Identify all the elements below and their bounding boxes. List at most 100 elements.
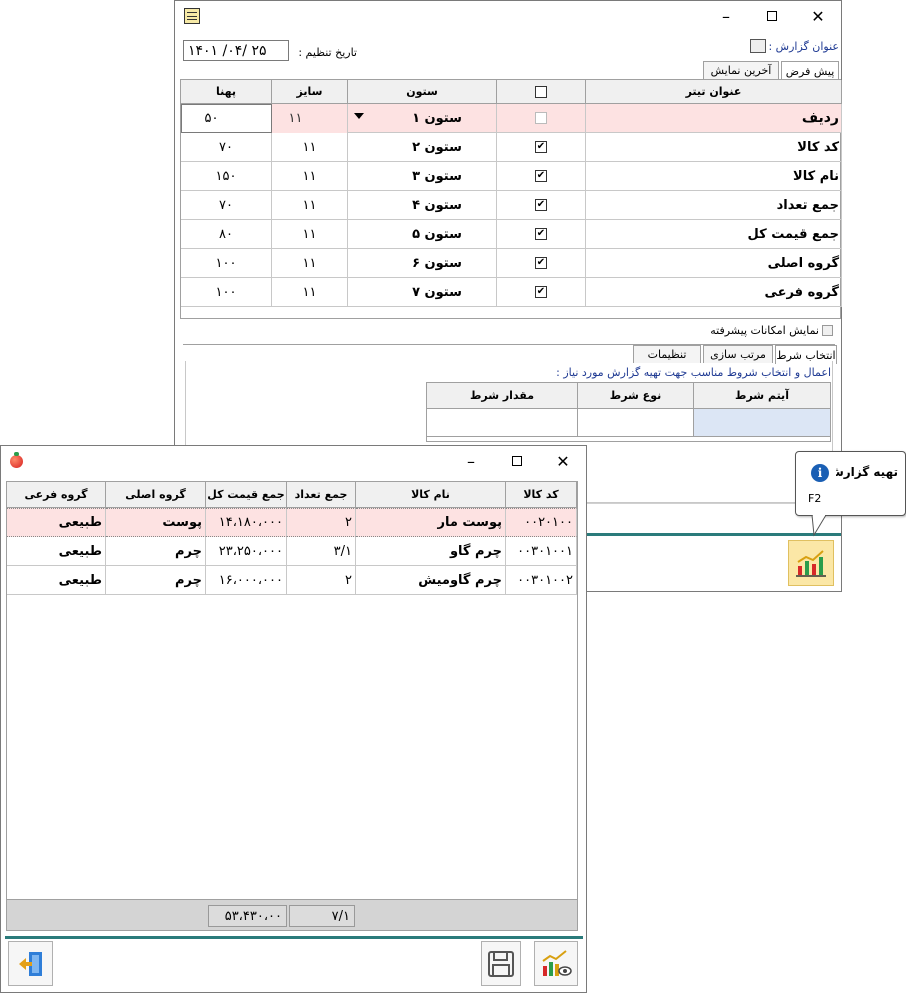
result-cell-name[interactable]: پوست مار — [356, 508, 506, 537]
row-width[interactable]: ۱۰۰ — [181, 278, 272, 307]
row-size[interactable]: ۱۱ — [272, 220, 348, 249]
row-width[interactable]: ۷۰ — [181, 133, 272, 162]
maximize-button[interactable] — [749, 1, 795, 31]
row-column[interactable]: ستون ۱⋯ — [348, 104, 497, 133]
row-width[interactable]: ۵۰ — [181, 104, 272, 133]
row-width[interactable]: ۱۰۰ — [181, 249, 272, 278]
row-visible-checkbox-cell[interactable]: ✔ — [497, 133, 586, 162]
tooltip-pointer — [811, 515, 827, 537]
result-cell-code[interactable]: ۰۰۳۰۱۰۰۲ — [506, 566, 577, 595]
header-column: ستون — [348, 80, 497, 104]
minimize-button[interactable]: – — [703, 1, 749, 31]
exit-icon — [18, 951, 42, 976]
row-column[interactable]: ستون ۳ — [348, 162, 497, 191]
row-column[interactable]: ستون ۲ — [348, 133, 497, 162]
result-cell-code[interactable]: ۰۰۲۰۱۰۰ — [506, 508, 577, 537]
condition-type-header: نوع شرط — [578, 383, 694, 409]
condition-item-header: آیتم شرط — [694, 383, 831, 409]
row-column[interactable]: ستون ۶ — [348, 249, 497, 278]
condition-type-cell[interactable] — [578, 409, 694, 437]
row-width[interactable]: ۸۰ — [181, 220, 272, 249]
row-column[interactable]: ستون ۵ — [348, 220, 497, 249]
row-size[interactable]: ۱۱ — [272, 278, 348, 307]
row-column-label: ستون ۳ — [412, 168, 462, 184]
result-cell-code[interactable]: ۰۰۳۰۱۰۰۱ — [506, 537, 577, 566]
condition-value-cell[interactable] — [427, 409, 578, 437]
generate-report-button[interactable] — [788, 540, 834, 586]
result-header-qty: جمع تعداد — [287, 482, 356, 508]
floppy-icon — [488, 950, 514, 977]
result-cell-qty[interactable]: ۳/۱ — [287, 537, 356, 566]
row-title[interactable]: جمع تعداد — [586, 191, 842, 220]
result-close-button[interactable]: ✕ — [540, 446, 586, 476]
chart-preview-button[interactable] — [534, 941, 578, 986]
title-bar: – ✕ — [175, 1, 841, 31]
condition-item-cell[interactable] — [694, 409, 831, 437]
header-width: پهنا — [181, 80, 272, 104]
close-button[interactable]: ✕ — [795, 1, 841, 31]
row-visible-checkbox-cell[interactable] — [497, 104, 586, 133]
result-cell-qty[interactable]: ۲ — [287, 566, 356, 595]
result-cell-sub-group[interactable]: طبیعی — [7, 508, 106, 537]
result-cell-sub-group[interactable]: طبیعی — [7, 537, 106, 566]
result-cell-total[interactable]: ۱۴،۱۸۰،۰۰۰ — [206, 508, 287, 537]
row-size[interactable]: ۱۱ — [272, 162, 348, 191]
tab-default[interactable]: پیش فرض — [781, 61, 839, 81]
row-column[interactable]: ستون ۴ — [348, 191, 497, 220]
row-title[interactable]: کد کالا — [586, 133, 842, 162]
row-visible-checkbox[interactable]: ✔ — [535, 286, 547, 298]
row-visible-checkbox[interactable]: ✔ — [535, 228, 547, 240]
dropdown-arrow-icon[interactable] — [354, 113, 364, 119]
tooltip-shortcut: F2 — [808, 491, 822, 505]
app-icon — [184, 8, 200, 24]
row-visible-checkbox[interactable]: ✔ — [535, 141, 547, 153]
row-size[interactable]: ۱۱ — [272, 133, 348, 162]
result-cell-qty[interactable]: ۲ — [287, 508, 356, 537]
result-cell-name[interactable]: چرم گاومیش — [356, 566, 506, 595]
row-visible-checkbox-cell[interactable]: ✔ — [497, 249, 586, 278]
result-cell-main-group[interactable]: چرم — [106, 566, 206, 595]
row-visible-checkbox[interactable]: ✔ — [535, 199, 547, 211]
row-size[interactable]: ۱۱ — [272, 104, 348, 133]
row-title[interactable]: گروه اصلی — [586, 249, 842, 278]
tab-last-view[interactable]: آخرین نمایش — [703, 61, 779, 79]
date-input[interactable]: ۱۴۰۱ /۰۴/ ۲۵ — [183, 40, 289, 61]
row-title[interactable]: ردیف — [586, 104, 842, 133]
row-visible-checkbox-cell[interactable]: ✔ — [497, 278, 586, 307]
row-title[interactable]: گروه فرعی — [586, 278, 842, 307]
columns-grid: عنوان تیتر ستون سایز پهنا ردیفستون ۱⋯۱۱۵… — [180, 79, 842, 319]
row-visible-checkbox-cell[interactable]: ✔ — [497, 191, 586, 220]
result-cell-main-group[interactable]: چرم — [106, 537, 206, 566]
result-cell-sub-group[interactable]: طبیعی — [7, 566, 106, 595]
report-icon — [750, 39, 766, 53]
result-cell-main-group[interactable]: پوست — [106, 508, 206, 537]
row-width[interactable]: ۱۵۰ — [181, 162, 272, 191]
row-visible-checkbox[interactable] — [535, 112, 547, 124]
row-size[interactable]: ۱۱ — [272, 249, 348, 278]
result-title-bar: – ✕ — [1, 446, 586, 476]
result-header-main-group: گروه اصلی — [106, 482, 206, 508]
row-visible-checkbox-cell[interactable]: ✔ — [497, 162, 586, 191]
result-maximize-button[interactable] — [494, 446, 540, 476]
row-visible-checkbox[interactable]: ✔ — [535, 170, 547, 182]
result-cell-name[interactable]: چرم گاو — [356, 537, 506, 566]
result-footer: ۷/۱ ۵۳،۴۳۰،۰۰ — [6, 899, 578, 931]
result-header-code: کد کالا — [506, 482, 577, 508]
result-cell-total[interactable]: ۱۶،۰۰۰،۰۰۰ — [206, 566, 287, 595]
tooltip: i تهیه گزارش F2 — [795, 451, 906, 516]
teal-bar — [585, 533, 841, 536]
row-title[interactable]: نام کالا — [586, 162, 842, 191]
row-visible-checkbox[interactable]: ✔ — [535, 257, 547, 269]
row-title[interactable]: جمع قیمت کل — [586, 220, 842, 249]
select-all-checkbox[interactable] — [535, 85, 547, 98]
result-header-name: نام کالا — [356, 482, 506, 508]
row-visible-checkbox-cell[interactable]: ✔ — [497, 220, 586, 249]
exit-button[interactable] — [8, 941, 53, 986]
result-minimize-button[interactable]: – — [448, 446, 494, 476]
result-cell-total[interactable]: ۲۳،۲۵۰،۰۰۰ — [206, 537, 287, 566]
save-button[interactable] — [481, 941, 521, 986]
advanced-options-checkbox[interactable] — [822, 325, 833, 336]
row-column[interactable]: ستون ۷ — [348, 278, 497, 307]
row-size[interactable]: ۱۱ — [272, 191, 348, 220]
row-width[interactable]: ۷۰ — [181, 191, 272, 220]
